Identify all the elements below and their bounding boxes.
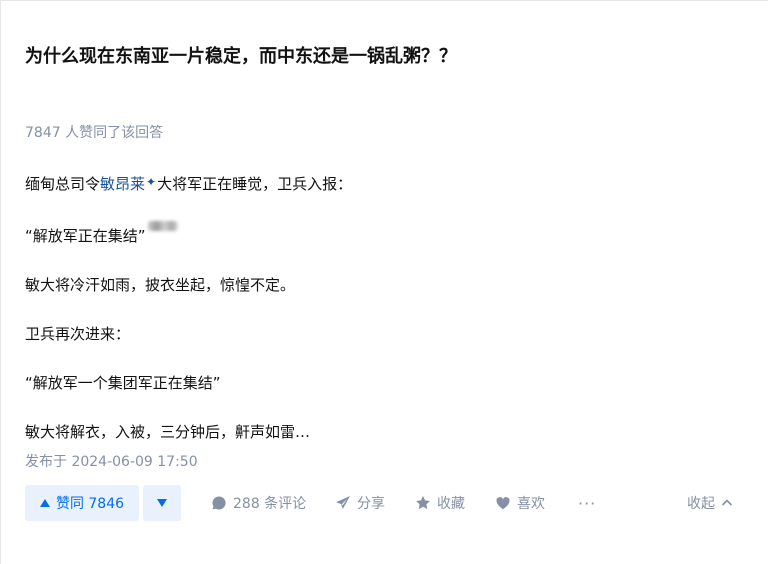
left-border xyxy=(0,0,1,564)
heart-icon xyxy=(496,497,510,510)
vote-down-button[interactable] xyxy=(143,485,181,521)
like-label: 喜欢 xyxy=(517,496,545,512)
answer-paragraph: 敏大将解衣，入被，三分钟后，鼾声如雷… xyxy=(25,423,311,441)
answer-paragraph: 敏大将冷汗如雨，披衣坐起，惊惶不定。 xyxy=(25,276,296,294)
triangle-up-icon xyxy=(39,499,50,507)
question-title[interactable]: 为什么现在东南亚一片稳定，而中东还是一锅乱粥？？ xyxy=(25,44,457,70)
blurred-watermark xyxy=(147,221,178,231)
collapse-button[interactable]: 收起 xyxy=(687,485,733,521)
paragraph-text: “解放军正在集结” xyxy=(25,227,146,245)
mention-link[interactable]: 敏昂莱 xyxy=(100,175,145,193)
triangle-down-icon xyxy=(157,499,167,507)
star-icon xyxy=(416,496,430,510)
answer-paragraph: “解放军正在集结” xyxy=(25,221,745,248)
share-button[interactable]: 分享 xyxy=(335,485,385,521)
answer-paragraph: 卫兵再次进来： xyxy=(25,325,131,343)
collapse-label: 收起 xyxy=(687,496,715,512)
top-border xyxy=(0,0,768,1)
publish-time[interactable]: 发布于 2024-06-09 17:50 xyxy=(25,452,198,472)
share-label: 分享 xyxy=(357,496,385,512)
more-button[interactable]: ··· xyxy=(578,485,596,521)
vote-up-label: 赞同 7846 xyxy=(55,496,125,512)
favorite-label: 收藏 xyxy=(437,496,465,512)
comment-label: 288 条评论 xyxy=(233,496,307,512)
comment-button[interactable]: 288 条评论 xyxy=(211,485,306,521)
vote-summary: 7847 人赞同了该回答 xyxy=(25,125,164,141)
comment-icon xyxy=(212,496,226,510)
share-icon xyxy=(336,496,350,509)
paragraph-text: 缅甸总司令 xyxy=(25,175,101,193)
favorite-button[interactable]: 收藏 xyxy=(415,485,465,521)
answer-paragraph: “解放军一个集团军正在集结” xyxy=(25,374,221,392)
action-bar: 赞同 7846 288 条评论 分享 收藏 喜欢 ··· 收起 xyxy=(25,485,745,521)
chevron-up-icon xyxy=(721,499,733,506)
sparkle-icon: ✦ xyxy=(146,175,157,189)
like-button[interactable]: 喜欢 xyxy=(495,485,545,521)
vote-up-button[interactable]: 赞同 7846 xyxy=(25,485,139,521)
answer-paragraph: 缅甸总司令敏昂莱✦大将军正在睡觉，卫兵入报： xyxy=(25,170,745,196)
answer-content: 缅甸总司令敏昂莱✦大将军正在睡觉，卫兵入报： “解放军正在集结” 敏大将冷汗如雨… xyxy=(25,170,745,444)
paragraph-text: 大将军正在睡觉，卫兵入报： xyxy=(157,175,353,193)
